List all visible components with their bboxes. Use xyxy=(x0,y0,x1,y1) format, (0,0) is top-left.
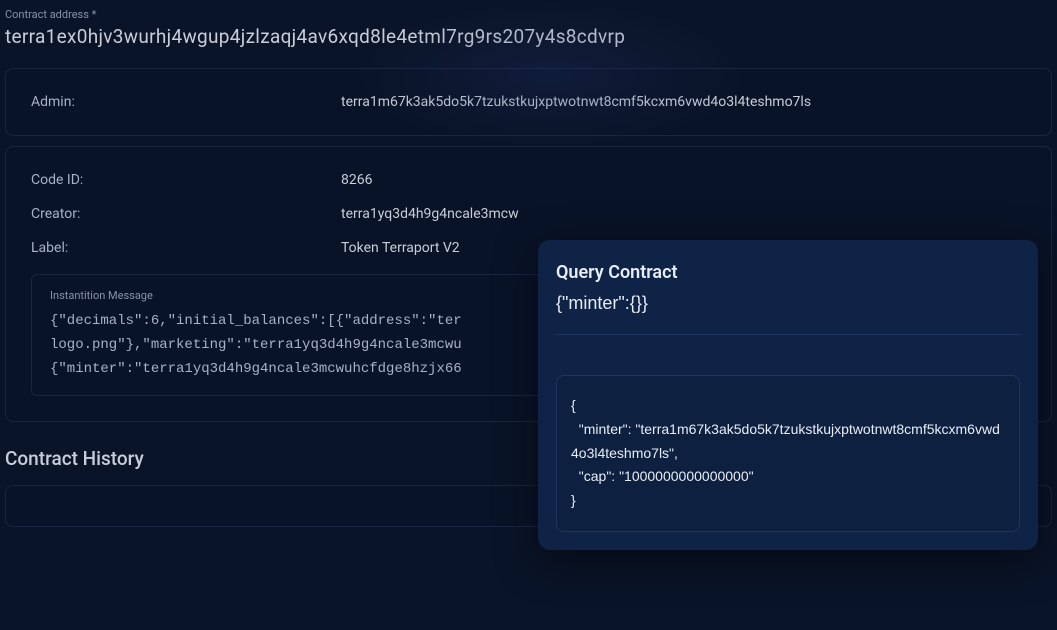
creator-label: Creator: xyxy=(31,206,341,222)
creator-value: terra1yq3d4h9g4ncale3mcw xyxy=(341,206,1026,222)
code-id-value: 8266 xyxy=(341,172,1026,188)
modal-result-content: { "minter": "terra1m67k3ak5do5k7tzukstku… xyxy=(571,394,1005,513)
admin-row: Admin: terra1m67k3ak5do5k7tzukstkujxptwo… xyxy=(31,94,1026,110)
admin-value: terra1m67k3ak5do5k7tzukstkujxptwotnwt8cm… xyxy=(341,94,1026,110)
contract-address-value: terra1ex0hjv3wurhj4wgup4jzlzaqj4av6xqd8l… xyxy=(5,25,1052,48)
query-contract-modal: Query Contract {"minter":{}} { "minter":… xyxy=(538,240,1038,550)
label-label: Label: xyxy=(31,240,341,256)
contract-address-label: Contract address * xyxy=(5,8,1052,21)
modal-query-input[interactable]: {"minter":{}} xyxy=(556,293,1020,314)
creator-row: Creator: terra1yq3d4h9g4ncale3mcw xyxy=(31,206,1026,222)
modal-title: Query Contract xyxy=(556,262,1020,283)
modal-result-box: { "minter": "terra1m67k3ak5do5k7tzukstku… xyxy=(556,375,1020,532)
code-id-row: Code ID: 8266 xyxy=(31,172,1026,188)
code-id-label: Code ID: xyxy=(31,172,341,188)
modal-divider xyxy=(556,334,1020,335)
admin-card: Admin: terra1m67k3ak5do5k7tzukstkujxptwo… xyxy=(5,68,1052,136)
admin-label: Admin: xyxy=(31,94,341,110)
